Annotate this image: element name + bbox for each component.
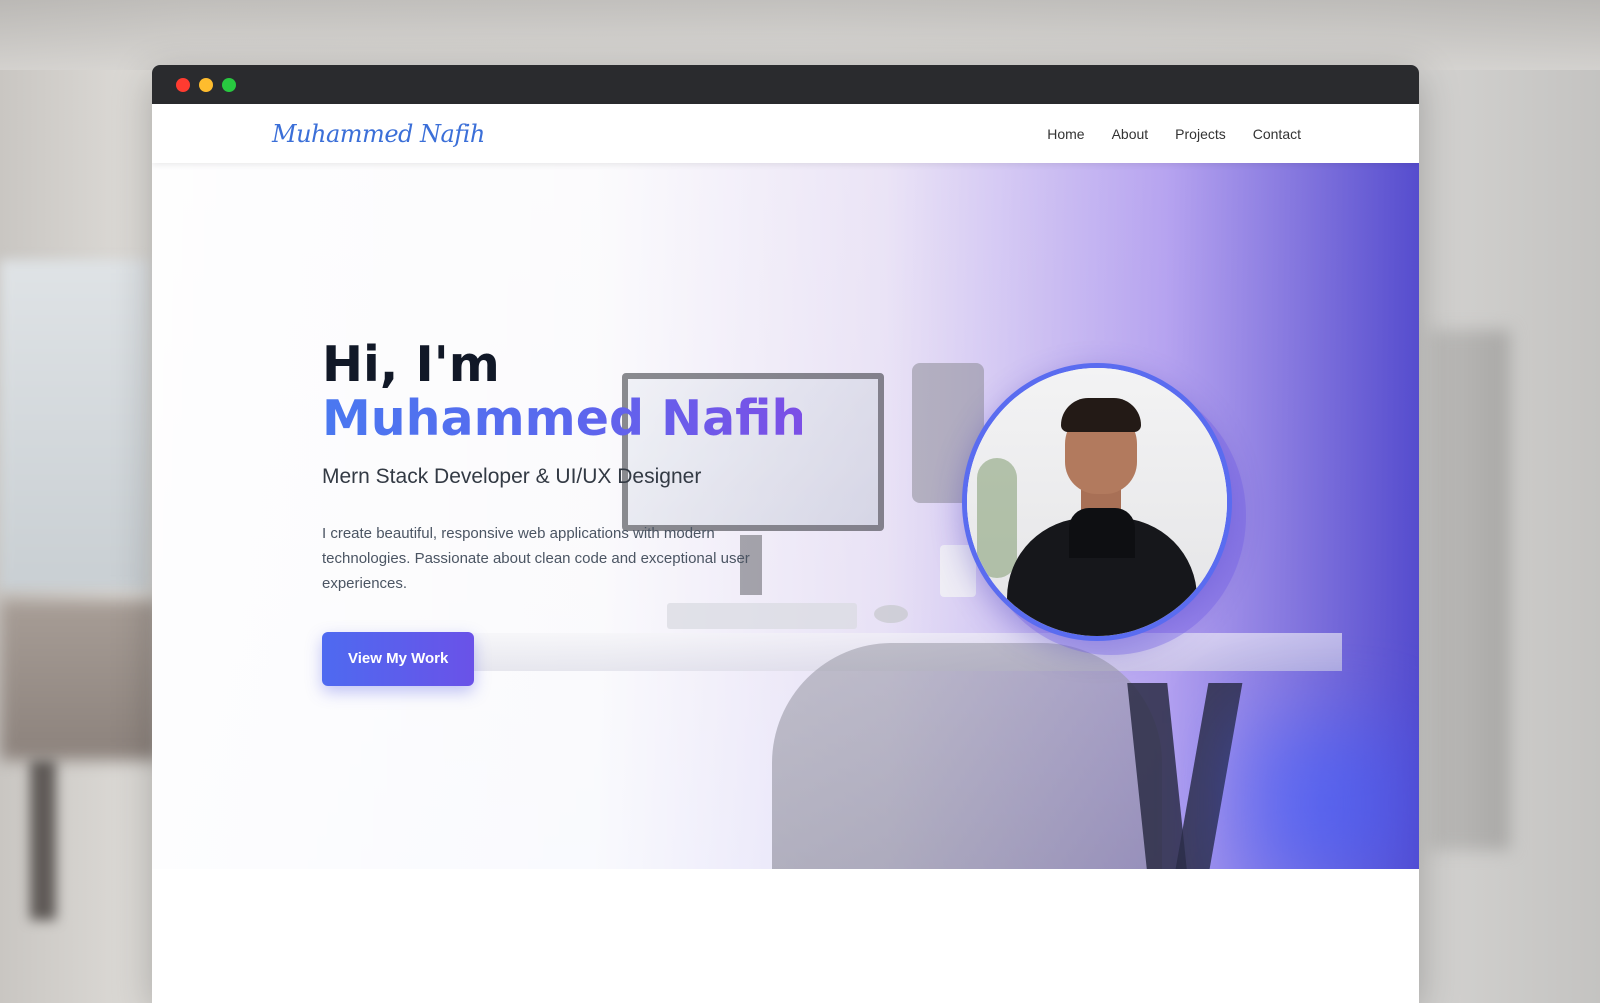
- avatar-collar: [1069, 508, 1135, 558]
- nav-link-home[interactable]: Home: [1047, 126, 1084, 142]
- background-table-leg: [30, 760, 56, 920]
- mouse-image: [874, 605, 908, 623]
- avatar-plant: [977, 458, 1017, 578]
- nav-link-about[interactable]: About: [1112, 126, 1149, 142]
- nav-link-contact[interactable]: Contact: [1253, 126, 1301, 142]
- minimize-window-dot[interactable]: [199, 77, 213, 92]
- hero-text-block: Hi, I'm Muhammed Nafih Mern Stack Develo…: [322, 336, 807, 686]
- background-window: [0, 260, 150, 590]
- hero-description: I create beautiful, responsive web appli…: [322, 525, 750, 592]
- view-my-work-button[interactable]: View My Work: [322, 632, 475, 686]
- profile-avatar: [962, 363, 1232, 641]
- avatar-hair: [1061, 398, 1141, 432]
- close-window-dot[interactable]: [176, 77, 190, 92]
- below-fold-area: [152, 869, 1419, 1003]
- nav-link-projects[interactable]: Projects: [1175, 126, 1226, 142]
- background-ceiling: [0, 0, 1600, 70]
- site-logo[interactable]: Muhammed Nafih: [272, 120, 485, 148]
- hero-section: Hi, I'm Muhammed Nafih Mern Stack Develo…: [152, 163, 1419, 869]
- blue-glow: [1242, 723, 1402, 869]
- maximize-window-dot[interactable]: [222, 77, 236, 92]
- browser-titlebar: [152, 65, 1419, 104]
- hero-role: Mern Stack Developer & UI/UX Designer: [322, 465, 702, 488]
- browser-window: Muhammed Nafih Home About Projects Conta…: [152, 65, 1419, 1003]
- chair-image: [772, 643, 1162, 869]
- background-door: [1430, 330, 1510, 850]
- hero-name: Muhammed Nafih: [322, 390, 807, 447]
- nav-menu: Home About Projects Contact: [1047, 126, 1301, 142]
- desk-leg-image: [1175, 683, 1243, 869]
- hero-greeting: Hi, I'm: [322, 336, 500, 393]
- background-table: [0, 600, 160, 760]
- site-navbar: Muhammed Nafih Home About Projects Conta…: [152, 104, 1419, 163]
